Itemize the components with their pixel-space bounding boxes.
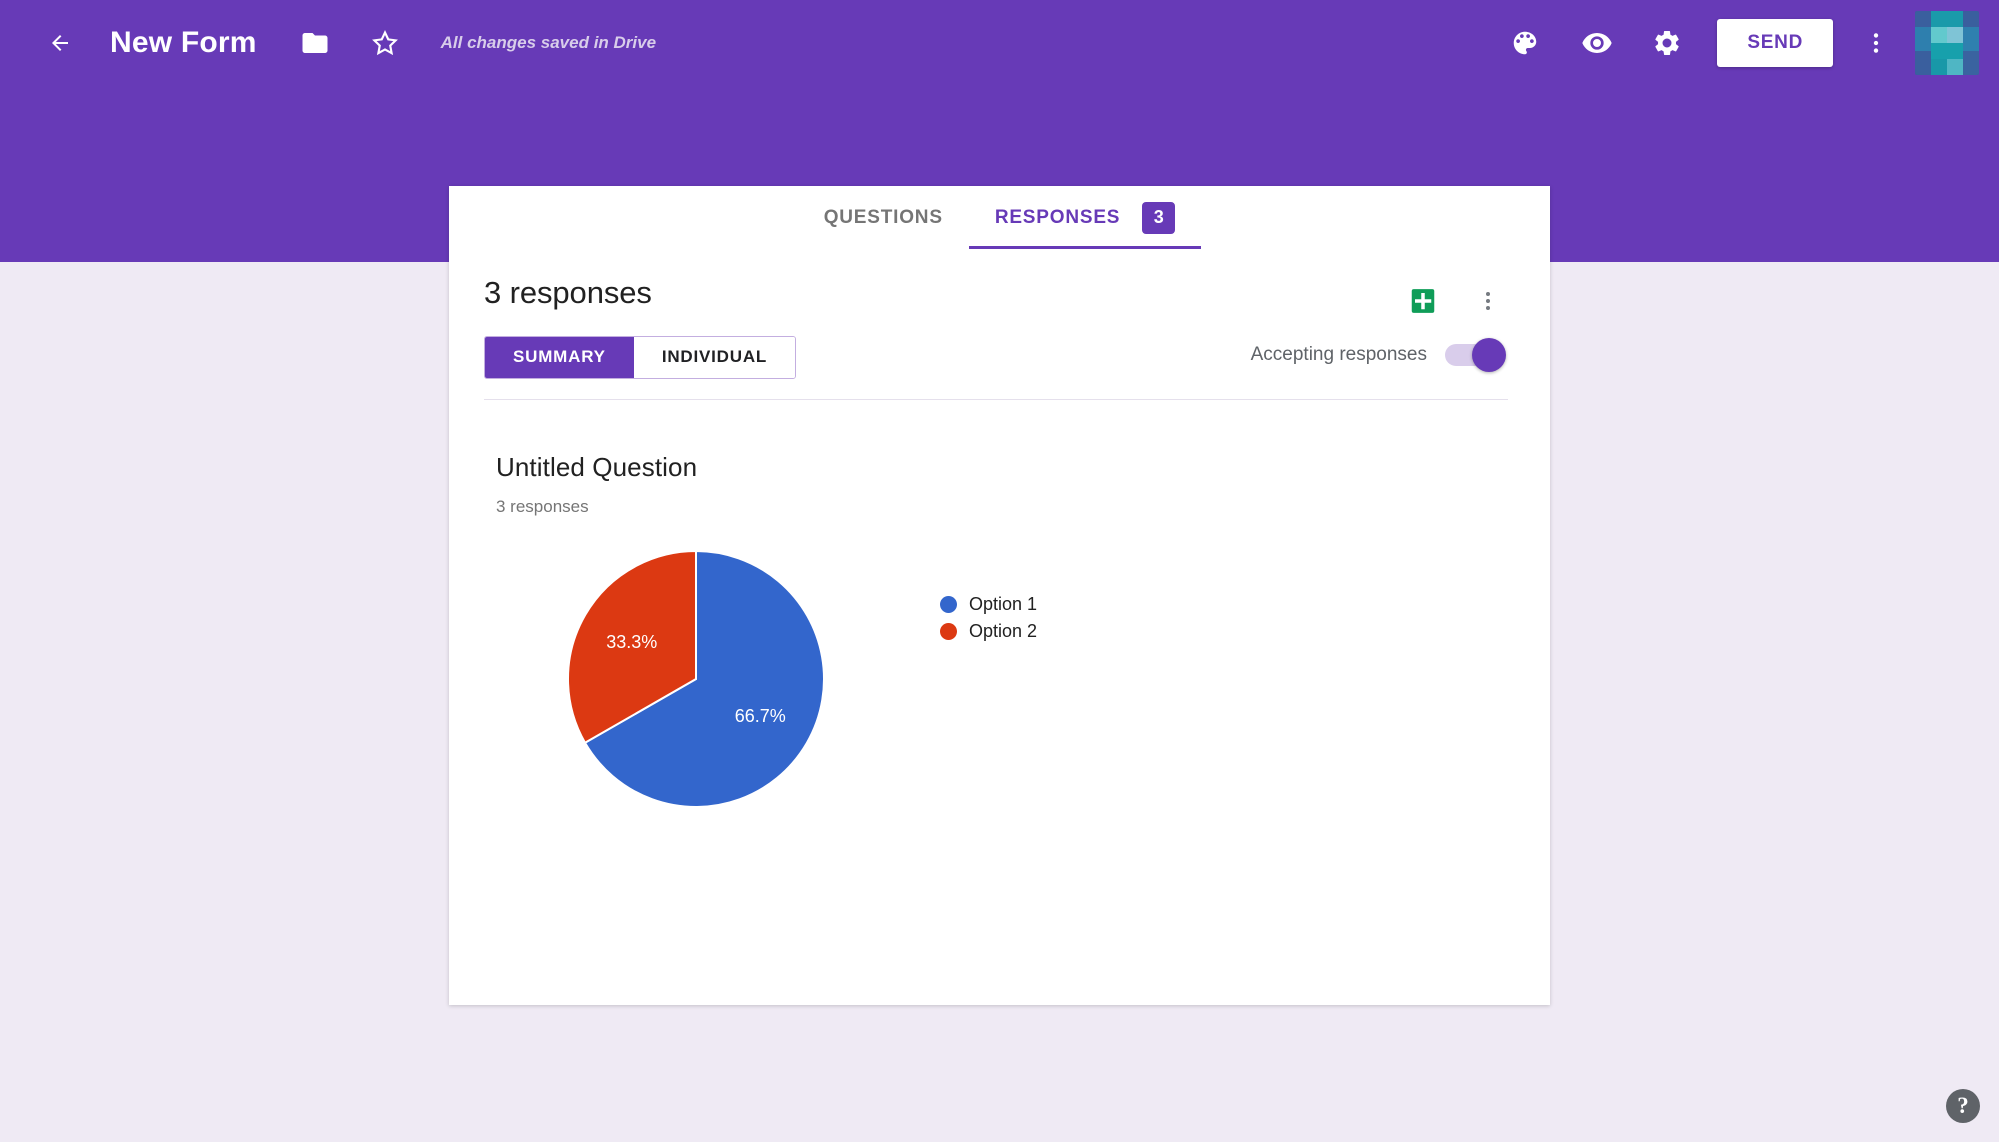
toggle-individual[interactable]: INDIVIDUAL (633, 336, 796, 378)
pie-slice-label: 33.3% (606, 632, 657, 652)
responses-count-title: 3 responses (484, 275, 652, 310)
legend-swatch-option-2 (940, 623, 957, 640)
view-toggle-group: SUMMARY INDIVIDUAL (484, 335, 797, 379)
responses-header: 3 responses SUMMARY INDIVIDUAL Accepting… (449, 249, 1550, 400)
responses-card: QUESTIONS RESPONSES 3 3 responses SUMMAR… (449, 186, 1550, 1005)
accepting-responses-toggle[interactable] (1445, 337, 1506, 372)
question-title: Untitled Question (496, 452, 698, 482)
toggle-summary[interactable]: SUMMARY (485, 336, 634, 378)
help-button[interactable]: ? (1946, 1089, 1980, 1123)
save-status-text: All changes saved in Drive (440, 32, 657, 52)
legend-label-option-2: Option 2 (969, 621, 1038, 641)
chart-legend: Option 1 Option 2 (940, 591, 1037, 645)
legend-item: Option 1 (940, 591, 1037, 618)
send-button[interactable]: SEND (1717, 18, 1833, 67)
accepting-responses-control: Accepting responses (1250, 333, 1506, 376)
legend-label-option-1: Option 1 (969, 594, 1038, 614)
folder-icon[interactable] (295, 23, 335, 63)
tab-bar: QUESTIONS RESPONSES 3 (449, 186, 1550, 249)
accepting-responses-label: Accepting responses (1250, 343, 1427, 365)
divider (484, 399, 1508, 400)
top-toolbar: New Form All changes saved in Drive SEND (0, 0, 1999, 85)
back-arrow-icon[interactable] (40, 23, 80, 63)
legend-swatch-option-1 (940, 596, 957, 613)
tab-questions[interactable]: QUESTIONS (798, 186, 969, 249)
question-summary-block: Untitled Question 3 responses 66.7% 33.3%… (449, 400, 1550, 819)
page-title[interactable]: New Form (110, 26, 257, 60)
question-response-count: 3 responses (496, 497, 589, 516)
legend-item: Option 2 (940, 618, 1037, 645)
pie-chart-area: 66.7% 33.3% Option 1 Option 2 (496, 539, 1550, 819)
tab-responses[interactable]: RESPONSES 3 (968, 186, 1202, 249)
star-outline-icon[interactable] (365, 23, 405, 63)
avatar[interactable] (1915, 10, 1979, 75)
responses-more-vert-icon[interactable] (1466, 279, 1510, 323)
pie-chart: 66.7% 33.3% (567, 549, 825, 808)
gear-settings-icon[interactable] (1643, 19, 1691, 67)
google-sheets-icon[interactable] (1403, 281, 1443, 321)
view-toggle-row: SUMMARY INDIVIDUAL Accepting responses (484, 333, 1508, 381)
palette-icon[interactable] (1501, 19, 1549, 67)
eye-preview-icon[interactable] (1573, 19, 1621, 67)
tab-responses-label: RESPONSES (994, 206, 1121, 228)
response-count-badge: 3 (1142, 201, 1176, 234)
toolbar-actions: SEND (1501, 10, 1999, 75)
pie-slice-label: 66.7% (735, 706, 786, 726)
toggle-knob (1472, 337, 1506, 372)
more-vert-icon[interactable] (1853, 20, 1899, 66)
